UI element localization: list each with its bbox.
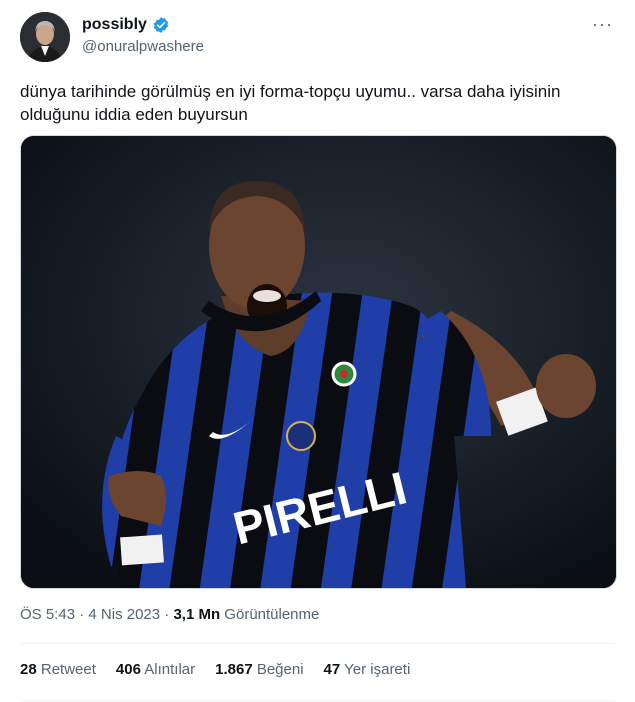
divider: [20, 700, 615, 701]
quotes-count: 406: [115, 661, 141, 678]
tweet-time[interactable]: ÖS 5:43: [20, 606, 75, 623]
avatar[interactable]: [20, 12, 70, 62]
tweet-text: dünya tarihinde görülmüş en iyi forma-to…: [20, 82, 561, 124]
likes-stat[interactable]: 1.867 Beğeni: [215, 661, 303, 678]
retweets-count: 28: [20, 661, 37, 678]
tweet-media[interactable]: PIRELLI: [20, 135, 617, 589]
bookmarks-stat[interactable]: 47 Yer işareti: [324, 661, 411, 678]
tweet-date[interactable]: 4 Nis 2023: [88, 606, 160, 623]
meta-separator: ·: [160, 606, 174, 623]
retweets-label: Retweet: [36, 661, 96, 678]
tweet-card: possibly @onuralpwashere ··· dünya tarih…: [0, 0, 635, 702]
quotes-label: Alıntılar: [140, 661, 196, 678]
more-options-icon[interactable]: ···: [592, 14, 613, 35]
author-display-name[interactable]: possibly: [82, 16, 147, 34]
views-count: 3,1 Mn: [173, 606, 221, 623]
views-label: Görüntülenme: [220, 606, 320, 623]
quotes-stat[interactable]: 406 Alıntılar: [116, 661, 195, 678]
tweet-metadata: ÖS 5:43 · 4 Nis 2023 · 3,1 Mn Görüntülen…: [20, 606, 319, 623]
bookmarks-count: 47: [323, 661, 341, 678]
author-handle[interactable]: @onuralpwashere: [82, 38, 204, 55]
meta-separator: ·: [75, 606, 89, 623]
avatar-image: [20, 12, 70, 62]
verified-badge-icon: [153, 17, 169, 33]
bookmarks-label: Yer işareti: [340, 661, 411, 678]
football-player-photo: PIRELLI: [21, 136, 616, 588]
author-name-row: possibly: [82, 16, 170, 34]
retweets-stat[interactable]: 28 Retweet: [20, 661, 96, 678]
engagement-stats: 28 Retweet 406 Alıntılar 1.867 Beğeni 47…: [20, 661, 410, 678]
likes-label: Beğeni: [252, 661, 304, 678]
divider: [20, 643, 615, 644]
likes-count: 1.867: [215, 661, 253, 678]
